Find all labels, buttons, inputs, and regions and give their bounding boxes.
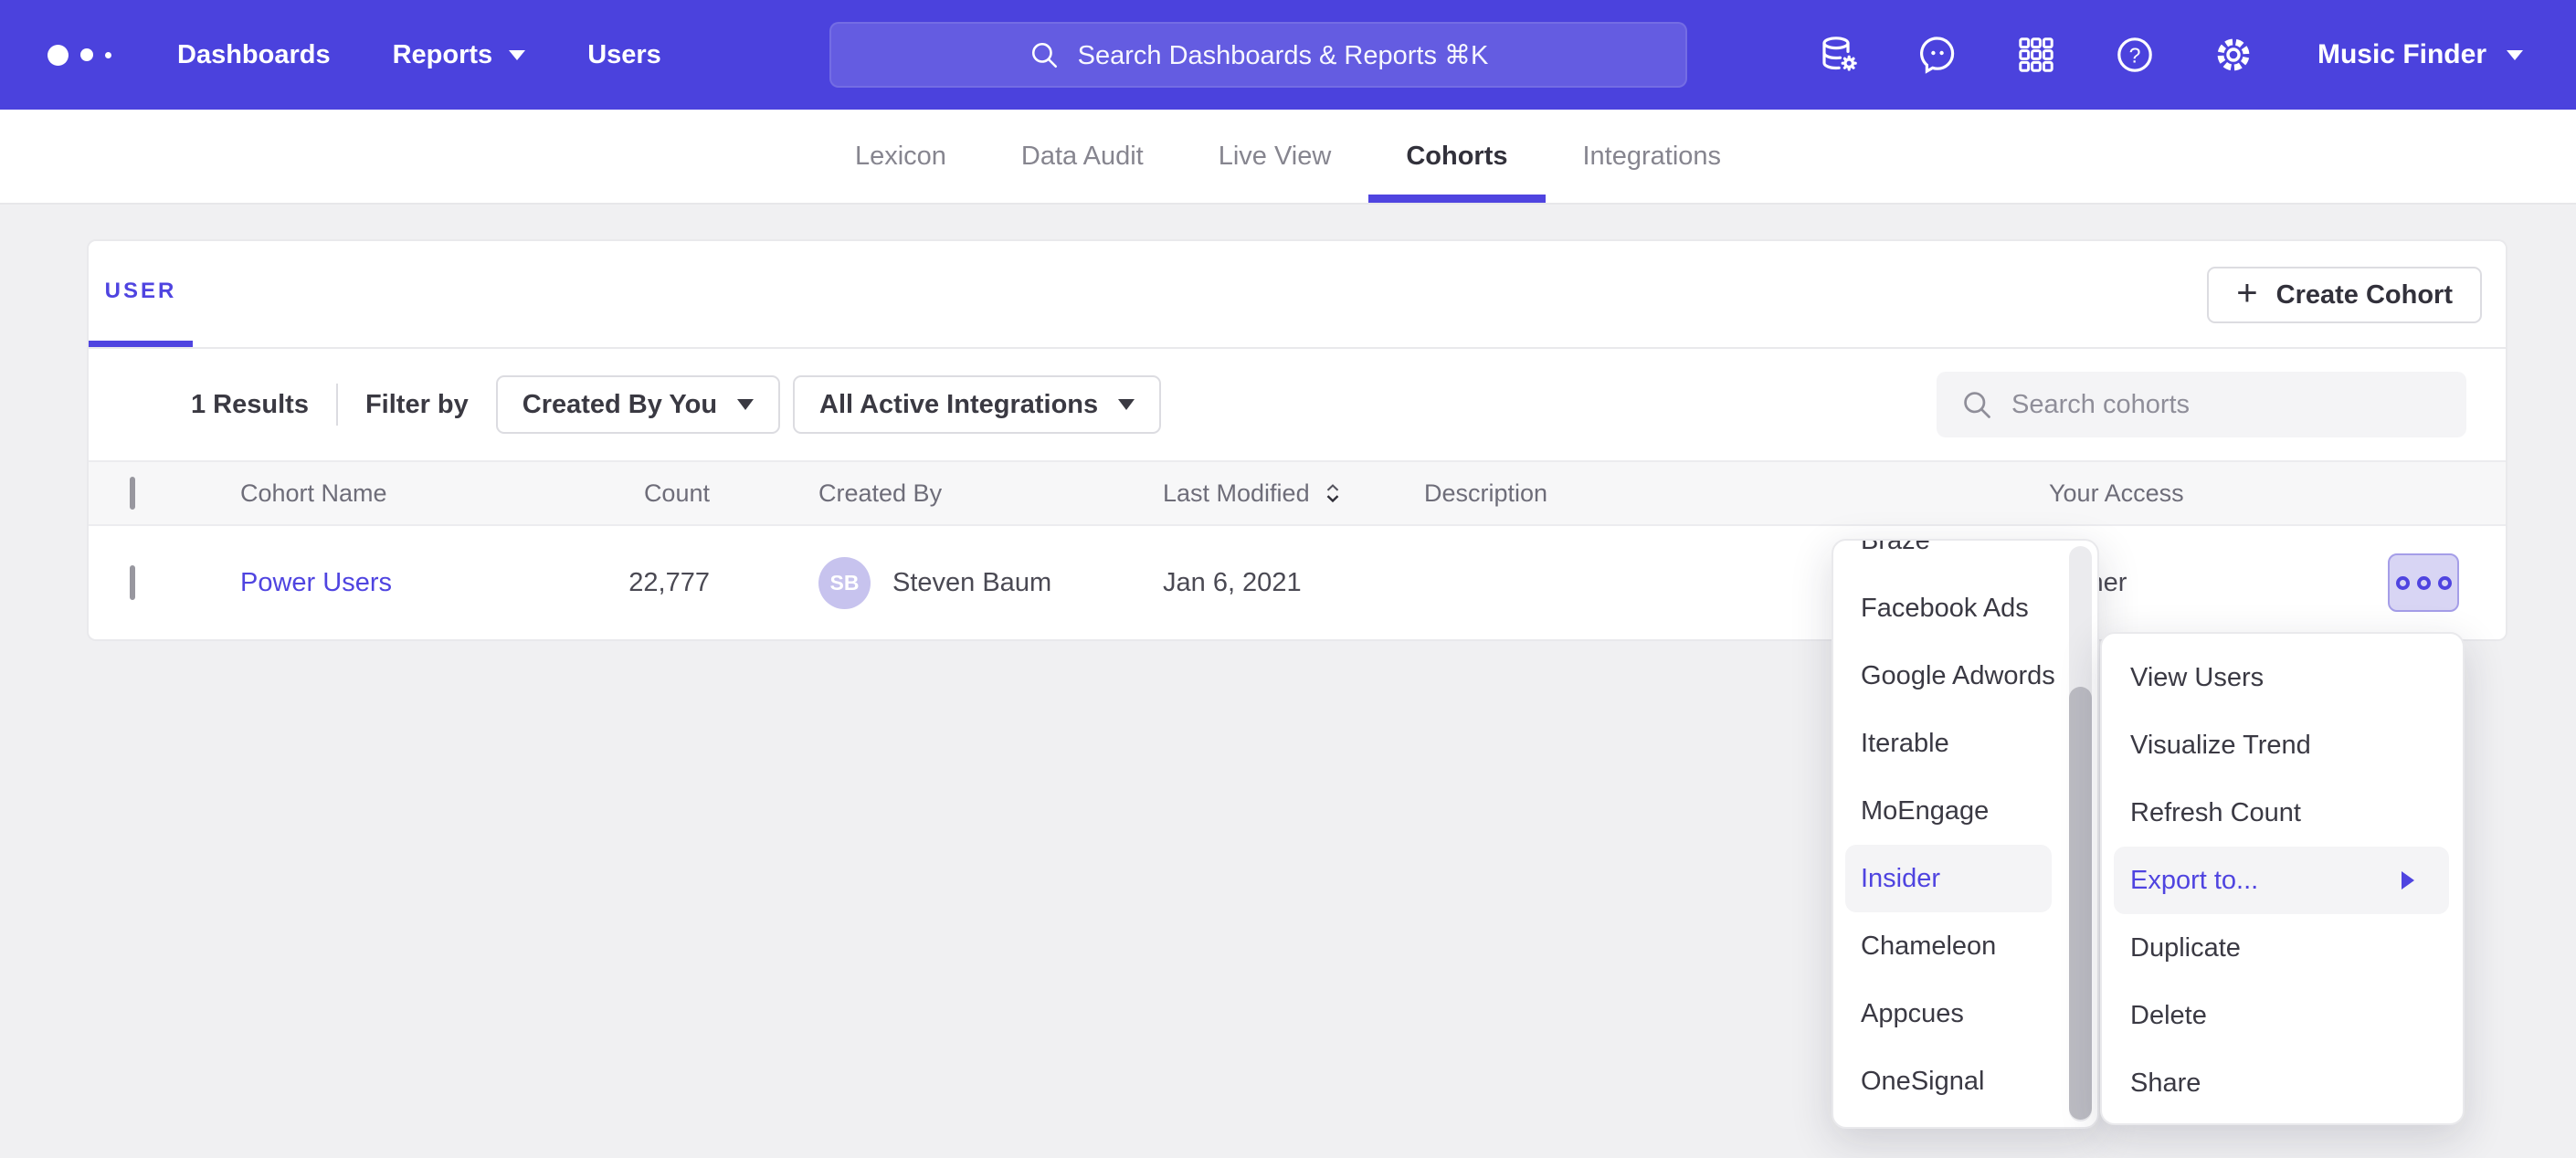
context-menu-item[interactable]: Duplicate xyxy=(2102,914,2463,982)
top-nav: Dashboards Reports Users Search Dashboar… xyxy=(0,0,2576,110)
section-tab[interactable]: Live View xyxy=(1181,110,1369,203)
row-context-menu: View Users Visualize Trend Refresh Count… xyxy=(2100,632,2465,1125)
created-by-name: Steven Baum xyxy=(892,568,1051,598)
cohort-search-input[interactable] xyxy=(2011,390,2443,420)
cohort-count: 22,777 xyxy=(527,568,710,598)
submenu-item[interactable]: Braze xyxy=(1833,539,2097,574)
section-tab[interactable]: Integrations xyxy=(1546,110,1759,203)
apps-grid-icon[interactable] xyxy=(2014,33,2058,77)
col-your-access[interactable]: Your Access xyxy=(2049,479,2350,508)
chevron-down-icon xyxy=(737,399,754,410)
results-count: 1 Results xyxy=(191,390,309,420)
context-menu-item[interactable]: Share xyxy=(2102,1049,2463,1117)
workspace-switcher[interactable]: Music Finder xyxy=(2317,39,2523,70)
submenu-item[interactable]: Facebook Ads xyxy=(1833,574,2097,642)
context-menu-item[interactable]: View Users xyxy=(2102,644,2463,711)
sort-icon[interactable] xyxy=(1321,481,1345,505)
context-menu-item[interactable]: Export to... xyxy=(2114,847,2449,914)
section-tab[interactable]: Lexicon xyxy=(818,110,984,203)
help-icon[interactable]: ? xyxy=(2113,33,2157,77)
row-menu-button[interactable] xyxy=(2388,553,2459,612)
search-icon xyxy=(1960,388,1993,421)
context-menu-item[interactable]: Visualize Trend xyxy=(2102,711,2463,779)
section-tab[interactable]: Cohorts xyxy=(1368,110,1545,203)
chevron-down-icon xyxy=(1118,399,1135,410)
settings-gear-icon[interactable] xyxy=(2212,33,2255,77)
context-menu-item[interactable]: Refresh Count xyxy=(2102,779,2463,847)
scrollbar-thumb[interactable] xyxy=(2069,687,2092,1120)
col-description[interactable]: Description xyxy=(1424,479,2049,508)
context-menu-item[interactable]: Delete xyxy=(2102,982,2463,1049)
tab-user[interactable]: USER xyxy=(89,241,193,347)
table-header: Cohort Name Count Created By Last Modifi… xyxy=(89,460,2506,526)
nav-link[interactable]: Reports xyxy=(393,40,526,70)
col-count[interactable]: Count xyxy=(527,479,710,508)
submenu-item[interactable]: Google Adwords xyxy=(1833,642,2097,710)
created-by-cell: SB Steven Baum xyxy=(818,557,1163,609)
avatar: SB xyxy=(818,557,871,609)
logo-dot-large xyxy=(48,45,69,66)
dot-icon xyxy=(2438,576,2452,590)
cohorts-card: USER + Create Cohort 1 Results Filter by… xyxy=(87,239,2507,641)
data-management-icon[interactable] xyxy=(1817,33,1861,77)
nav-link[interactable]: Users xyxy=(587,40,661,70)
table-row: Power Users 22,777 SB Steven Baum Jan 6,… xyxy=(89,526,2506,639)
submenu-item[interactable]: Insider xyxy=(1845,845,2052,912)
col-cohort-name[interactable]: Cohort Name xyxy=(240,479,527,508)
section-tab-bar: Lexicon Data Audit Live View Cohorts Int… xyxy=(0,110,2576,205)
cohort-type-tabs: USER + Create Cohort xyxy=(89,241,2506,349)
chevron-down-icon xyxy=(2507,50,2523,60)
filter-dropdown[interactable]: Created By You xyxy=(496,375,780,434)
nav-link[interactable]: Dashboards xyxy=(177,40,331,70)
create-cohort-button[interactable]: + Create Cohort xyxy=(2207,267,2482,323)
dot-icon xyxy=(2396,576,2410,590)
row-actions xyxy=(2350,553,2506,612)
mixpanel-logo[interactable] xyxy=(48,45,148,66)
filter-by-label: Filter by xyxy=(365,390,469,420)
nav-right-cluster: ? Music Finder xyxy=(1817,0,2523,110)
submenu-item[interactable]: OneSignal xyxy=(1833,1047,2097,1115)
row-checkbox[interactable] xyxy=(130,565,135,600)
last-modified-cell: Jan 6, 2021 xyxy=(1163,568,1424,598)
chevron-down-icon xyxy=(509,50,525,60)
workspace-name: Music Finder xyxy=(2317,39,2486,70)
feedback-chat-icon[interactable] xyxy=(1916,33,1959,77)
col-last-modified[interactable]: Last Modified xyxy=(1163,479,1424,508)
cohort-name-link[interactable]: Power Users xyxy=(240,568,392,597)
search-icon xyxy=(1029,39,1060,70)
cohort-search-box xyxy=(1937,372,2466,437)
divider xyxy=(336,384,338,426)
select-all-checkbox[interactable] xyxy=(130,477,135,510)
global-search-placeholder: Search Dashboards & Reports ⌘K xyxy=(1078,39,1489,71)
export-submenu: Braze Facebook Ads Google Adwords Iterab… xyxy=(1832,539,2099,1129)
col-created-by[interactable]: Created By xyxy=(818,479,1163,508)
global-search-bar[interactable]: Search Dashboards & Reports ⌘K xyxy=(829,22,1687,88)
section-tab[interactable]: Data Audit xyxy=(984,110,1181,203)
submenu-item[interactable]: Chameleon xyxy=(1833,912,2097,980)
dot-icon xyxy=(2417,576,2431,590)
plus-icon: + xyxy=(2236,275,2257,311)
svg-text:?: ? xyxy=(2129,43,2141,67)
filter-dropdown[interactable]: All Active Integrations xyxy=(793,375,1161,434)
logo-dot-medium xyxy=(80,48,93,61)
filter-dropdowns: Created By You All Active Integrations xyxy=(496,375,1161,434)
filter-toolbar: 1 Results Filter by Created By You All A… xyxy=(89,349,2506,460)
submenu-arrow-icon xyxy=(2402,871,2414,890)
submenu-item[interactable]: Iterable xyxy=(1833,710,2097,777)
logo-dot-small xyxy=(105,52,111,58)
nav-links: Dashboards Reports Users xyxy=(177,40,661,70)
submenu-item[interactable]: Appcues xyxy=(1833,980,2097,1047)
submenu-item[interactable]: MoEngage xyxy=(1833,777,2097,845)
